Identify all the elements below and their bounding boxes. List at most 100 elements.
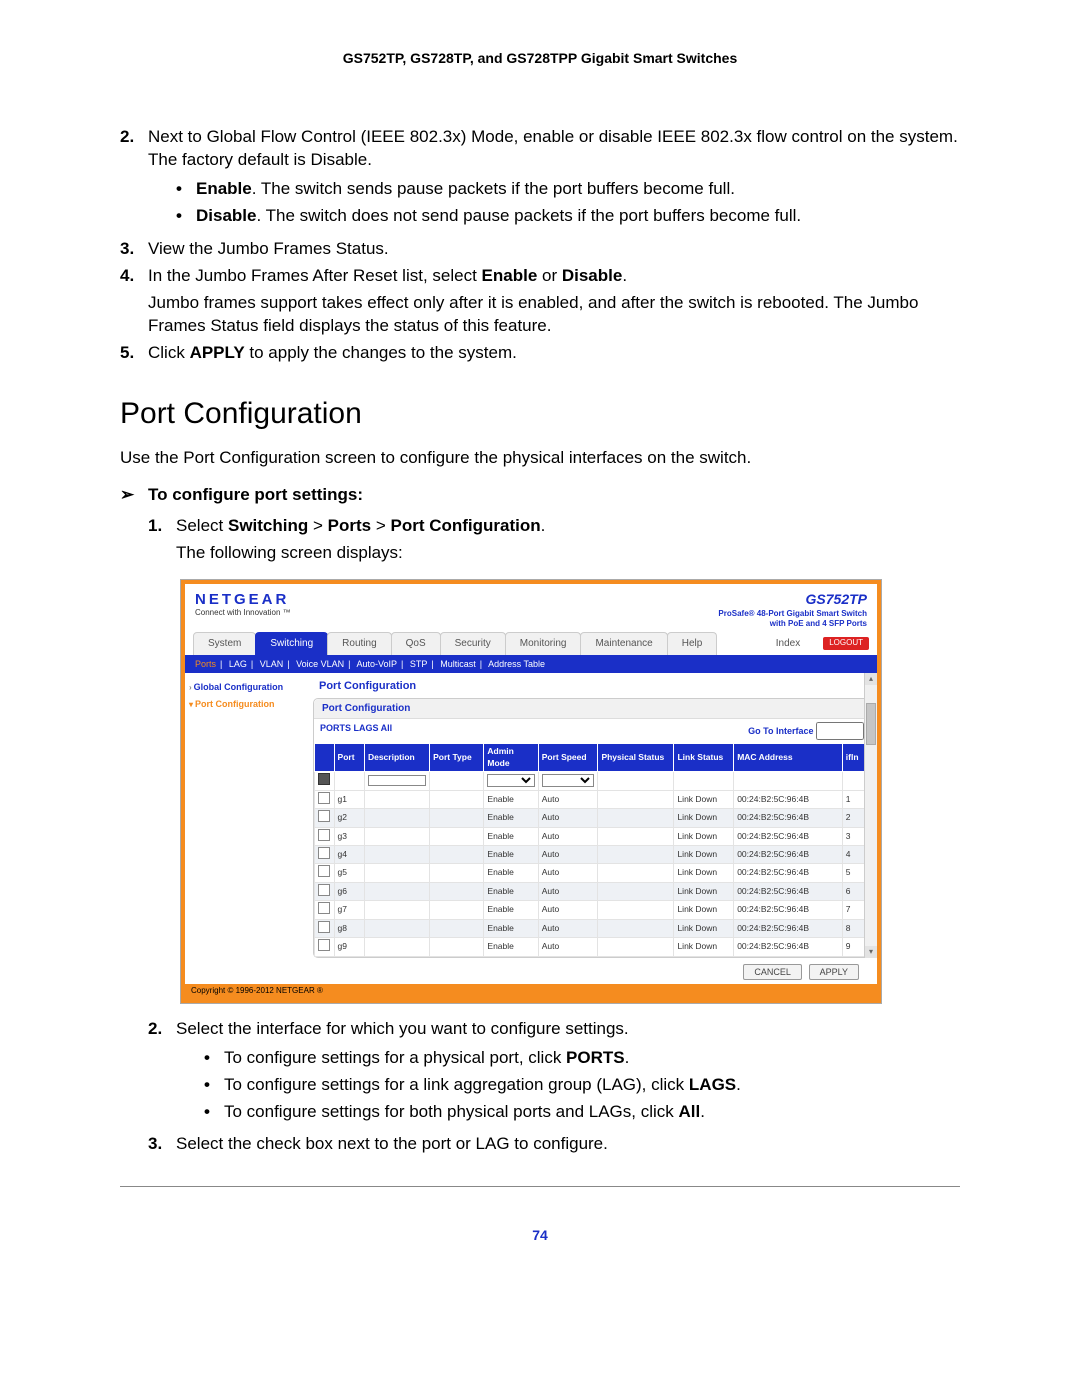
step4-para: Jumbo frames support takes effect only a… <box>148 292 960 338</box>
row-checkbox[interactable] <box>318 792 330 804</box>
p1-num: 1. <box>148 515 176 565</box>
subtab-multicast[interactable]: Multicast <box>440 659 476 669</box>
cell-speed: Auto <box>538 864 598 882</box>
tab-help[interactable]: Help <box>667 632 718 655</box>
p2-text: Select the interface for which you want … <box>176 1019 629 1038</box>
row-checkbox[interactable] <box>318 829 330 841</box>
inner-panel-title: Port Configuration <box>314 699 870 720</box>
p2-b1: To configure settings for a physical por… <box>224 1047 960 1070</box>
tab-security[interactable]: Security <box>440 632 506 655</box>
tab-maintenance[interactable]: Maintenance <box>580 632 667 655</box>
table-row: g4EnableAutoLink Down00:24:B2:5C:96:4B4 <box>315 845 870 863</box>
cell-desc <box>364 901 429 919</box>
select-all-checkbox[interactable] <box>318 773 330 785</box>
table-row: g7EnableAutoLink Down00:24:B2:5C:96:4B7 <box>315 901 870 919</box>
step4-line: In the Jumbo Frames After Reset list, se… <box>148 266 627 285</box>
cell-speed: Auto <box>538 882 598 900</box>
filter-admin-select[interactable] <box>487 774 534 787</box>
cell-port: g7 <box>334 901 364 919</box>
sidebar-global-config[interactable]: ›Global Configuration <box>189 679 309 696</box>
table-row: g2EnableAutoLink Down00:24:B2:5C:96:4B2 <box>315 809 870 827</box>
tab-switching[interactable]: Switching <box>255 632 328 655</box>
tab-qos[interactable]: QoS <box>391 632 441 655</box>
col-type: Port Type <box>430 744 484 772</box>
p2-b3: To configure settings for both physical … <box>224 1101 960 1124</box>
subtab-autovoip[interactable]: Auto-VoIP <box>357 659 398 669</box>
page-number: 74 <box>0 1227 1080 1243</box>
ports-lags-all[interactable]: PORTS LAGS All <box>320 722 392 740</box>
p1-line2: The following screen displays: <box>176 542 960 565</box>
subtab-ports[interactable]: Ports <box>195 659 216 669</box>
cell-link: Link Down <box>674 919 734 937</box>
row-checkbox[interactable] <box>318 810 330 822</box>
cell-type <box>430 809 484 827</box>
cell-type <box>430 827 484 845</box>
cell-speed: Auto <box>538 919 598 937</box>
cell-port: g8 <box>334 919 364 937</box>
tab-system[interactable]: System <box>193 632 256 655</box>
section-intro: Use the Port Configuration screen to con… <box>120 447 960 470</box>
row-checkbox[interactable] <box>318 921 330 933</box>
scroll-down-icon[interactable]: ▾ <box>865 946 877 958</box>
goto-interface-input[interactable] <box>816 722 864 740</box>
subtab-vlan[interactable]: VLAN <box>260 659 284 669</box>
table-row: g3EnableAutoLink Down00:24:B2:5C:96:4B3 <box>315 827 870 845</box>
port-table: Port Description Port Type Admin Mode Po… <box>314 743 870 957</box>
tab-index[interactable]: Index <box>762 633 814 655</box>
cell-desc <box>364 938 429 956</box>
subtab-voicevlan[interactable]: Voice VLAN <box>296 659 344 669</box>
cell-admin: Enable <box>484 827 538 845</box>
model-desc2: with PoE and 4 SFP Ports <box>718 619 867 630</box>
bullet-dot: • <box>176 178 196 201</box>
cell-desc <box>364 882 429 900</box>
row-checkbox[interactable] <box>318 847 330 859</box>
cell-mac: 00:24:B2:5C:96:4B <box>734 827 843 845</box>
cell-link: Link Down <box>674 901 734 919</box>
cell-link: Link Down <box>674 790 734 808</box>
cell-desc <box>364 827 429 845</box>
cell-phys <box>598 919 674 937</box>
cell-admin: Enable <box>484 845 538 863</box>
tab-monitoring[interactable]: Monitoring <box>505 632 582 655</box>
cell-port: g3 <box>334 827 364 845</box>
subtab-lag[interactable]: LAG <box>229 659 247 669</box>
panel-title: Port Configuration <box>313 677 871 698</box>
cell-link: Link Down <box>674 845 734 863</box>
bullet-dot: • <box>204 1101 224 1124</box>
cell-mac: 00:24:B2:5C:96:4B <box>734 864 843 882</box>
cell-port: g6 <box>334 882 364 900</box>
cell-mac: 00:24:B2:5C:96:4B <box>734 790 843 808</box>
cell-speed: Auto <box>538 790 598 808</box>
row-checkbox[interactable] <box>318 865 330 877</box>
cell-phys <box>598 864 674 882</box>
step-5: 5. Click APPLY to apply the changes to t… <box>120 342 960 365</box>
cell-port: g9 <box>334 938 364 956</box>
section-heading: Port Configuration <box>120 394 960 435</box>
vertical-scrollbar[interactable]: ▴ ▾ <box>864 673 877 958</box>
sidebar-port-config[interactable]: ▾Port Configuration <box>189 696 309 713</box>
footer-rule <box>120 1186 960 1187</box>
bullet-dot: • <box>176 205 196 228</box>
tab-routing[interactable]: Routing <box>327 632 391 655</box>
model-desc1: ProSafe® 48-Port Gigabit Smart Switch <box>718 609 867 620</box>
filter-desc-input[interactable] <box>368 775 426 786</box>
doc-header: GS752TP, GS728TP, and GS728TPP Gigabit S… <box>0 50 1080 66</box>
proc-step-2: 2. Select the interface for which you wa… <box>148 1018 960 1130</box>
cell-type <box>430 790 484 808</box>
row-checkbox[interactable] <box>318 902 330 914</box>
apply-button[interactable]: APPLY <box>809 964 859 980</box>
subtab-stp[interactable]: STP <box>410 659 428 669</box>
cell-port: g4 <box>334 845 364 863</box>
filter-speed-select[interactable] <box>542 774 595 787</box>
step5-text: Click APPLY to apply the changes to the … <box>148 342 960 365</box>
subtab-addresstable[interactable]: Address Table <box>488 659 545 669</box>
cell-mac: 00:24:B2:5C:96:4B <box>734 901 843 919</box>
scroll-thumb[interactable] <box>866 703 876 745</box>
cancel-button[interactable]: CANCEL <box>743 964 802 980</box>
cell-desc <box>364 864 429 882</box>
scroll-up-icon[interactable]: ▴ <box>865 673 877 685</box>
cell-mac: 00:24:B2:5C:96:4B <box>734 919 843 937</box>
row-checkbox[interactable] <box>318 939 330 951</box>
row-checkbox[interactable] <box>318 884 330 896</box>
logout-button[interactable]: LOGOUT <box>823 637 869 650</box>
